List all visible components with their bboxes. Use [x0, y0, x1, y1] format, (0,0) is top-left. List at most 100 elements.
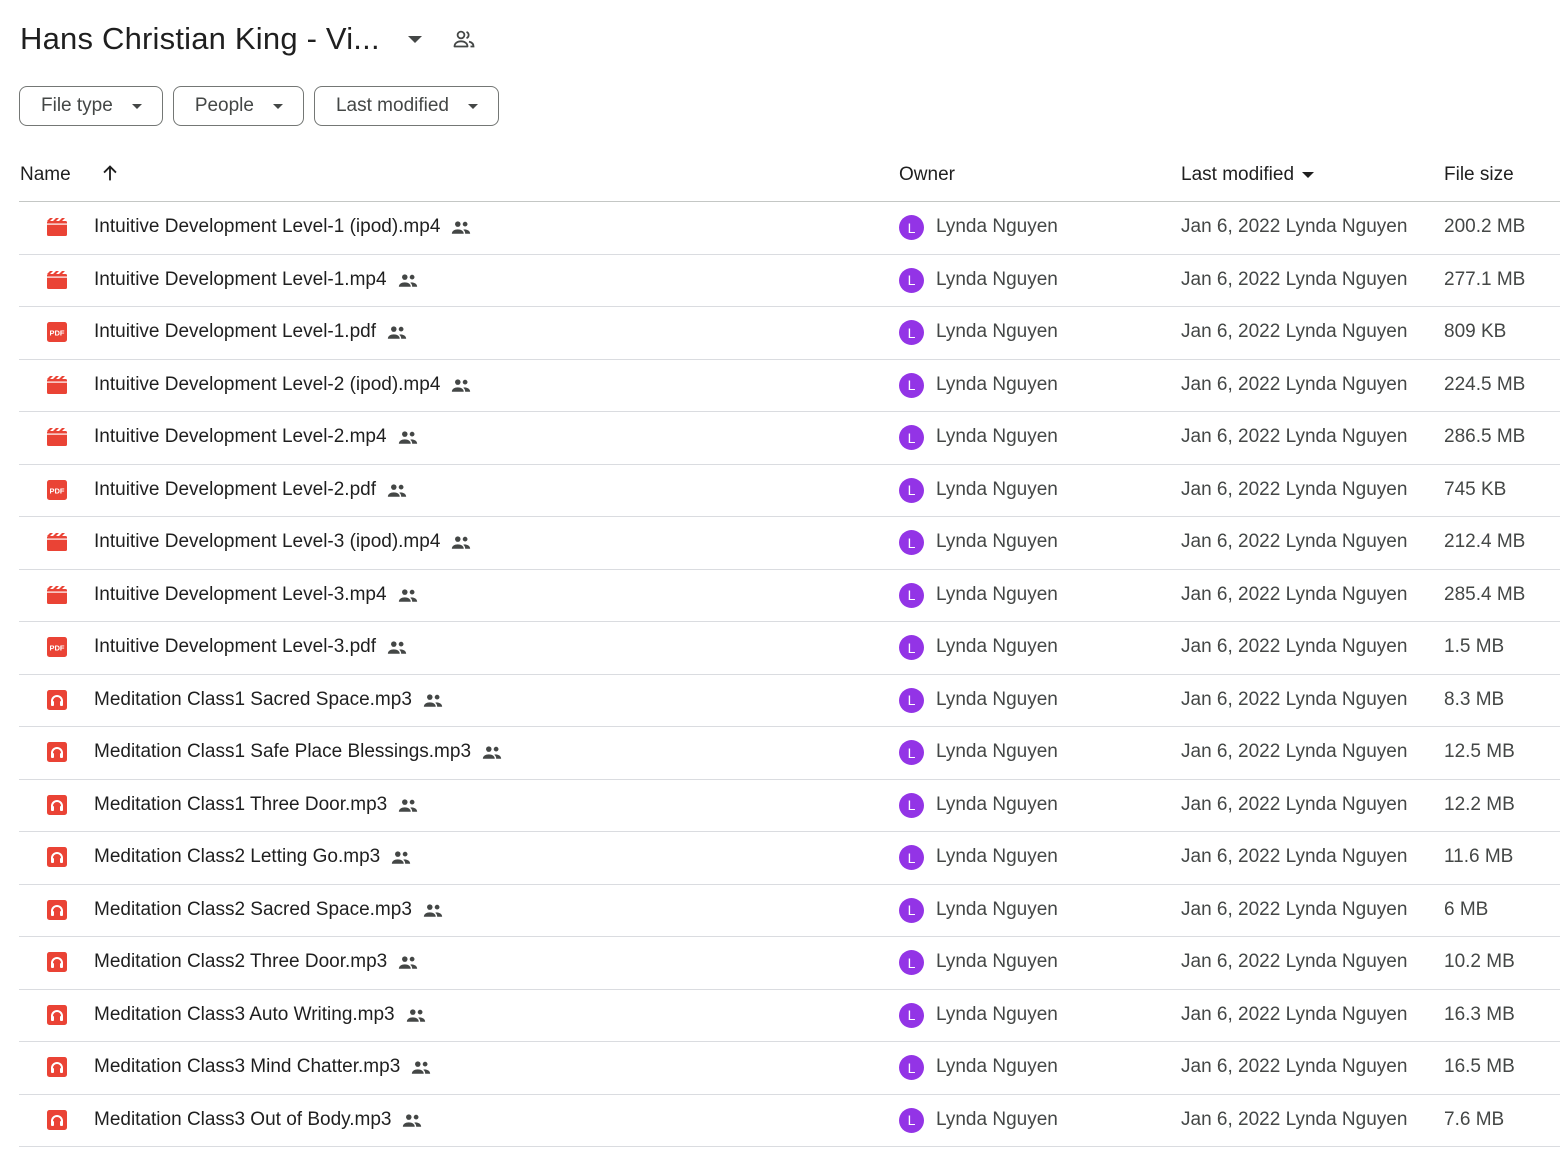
file-name-cell[interactable]: Intuitive Development Level-1.pdf — [94, 321, 408, 343]
shared-people-icon — [397, 272, 419, 288]
file-size-value: 7.6 MB — [1444, 1108, 1505, 1130]
avatar: L — [899, 477, 924, 503]
last-modified-filter[interactable]: Last modified — [313, 86, 499, 126]
pdf-file-icon: PDF — [46, 479, 68, 500]
file-name: Intuitive Development Level-1 (ipod).mp4 — [94, 216, 441, 237]
last-modified-value: Jan 6, 2022 Lynda Nguyen — [1181, 898, 1408, 920]
pdf-file-icon: PDF — [46, 322, 68, 342]
file-name: Meditation Class2 Three Door.mp3 — [94, 951, 388, 972]
table-row[interactable]: Intuitive Development Level-3.mp4 L Lynda … — [19, 570, 1560, 622]
shared-people-icon — [386, 324, 408, 340]
last-modified-value: Jan 6, 2022 Lynda Nguyen — [1181, 1003, 1408, 1025]
file-size-value: 16.5 MB — [1444, 1056, 1515, 1077]
table-row[interactable]: Intuitive Development Level-3 (ipod).mp4… — [19, 517, 1560, 570]
table-row[interactable]: PDF Intuitive Development Level-2.pdf L Lyn… — [19, 465, 1560, 517]
avatar: L — [899, 215, 924, 240]
file-size-column-header[interactable]: File size — [1444, 164, 1514, 186]
file-name-cell[interactable]: Intuitive Development Level-3 (ipod).mp4 — [94, 531, 472, 553]
file-name: Intuitive Development Level-2 (ipod).mp4 — [94, 373, 441, 395]
file-size-value: 12.5 MB — [1444, 741, 1515, 762]
last-modified-filter-label: Last modified — [335, 95, 449, 116]
file-name: Intuitive Development Level-2.mp4 — [94, 426, 387, 447]
caret-down-icon[interactable] — [407, 35, 422, 43]
table-row[interactable]: Meditation Class2 Three Door.mp3 L Lynda N… — [19, 937, 1560, 990]
owner-name: Lynda Nguyen — [936, 321, 1058, 342]
file-name-cell[interactable]: Meditation Class1 Safe Place Blessings.m… — [94, 741, 503, 763]
avatar: L — [899, 635, 924, 660]
file-name-cell[interactable]: Meditation Class1 Sacred Space.mp3 — [94, 689, 444, 711]
file-name: Meditation Class1 Three Door.mp3 — [94, 793, 388, 815]
last-modified-value: Jan 6, 2022 Lynda Nguyen — [1181, 531, 1408, 552]
table-row[interactable]: PDF Intuitive Development Level-1.pdf L Lyn… — [19, 307, 1560, 360]
table-row[interactable]: Intuitive Development Level-1 (ipod).mp4… — [19, 202, 1560, 255]
video-file-icon — [46, 427, 68, 447]
last-modified-value: Jan 6, 2022 Lynda Nguyen — [1181, 951, 1408, 972]
file-size-value: 212.4 MB — [1444, 531, 1526, 552]
table-row[interactable]: Meditation Class1 Safe Place Blessings.m… — [19, 727, 1560, 780]
last-modified-column-header[interactable]: Last modified — [1181, 164, 1315, 186]
avatar: L — [899, 1107, 924, 1133]
file-size-value: 6 MB — [1444, 898, 1489, 920]
table-row[interactable]: PDF Intuitive Development Level-3.pdf L Lyn… — [19, 622, 1560, 675]
file-name-cell[interactable]: Meditation Class3 Auto Writing.mp3 — [94, 1004, 427, 1026]
owner-name: Lynda Nguyen — [936, 636, 1058, 657]
people-filter[interactable]: People — [172, 86, 304, 126]
folder-title[interactable]: Hans Christian King - Vi... — [20, 21, 380, 57]
file-name-cell[interactable]: Intuitive Development Level-2 (ipod).mp4 — [94, 374, 472, 396]
shared-folder-icon[interactable] — [452, 27, 476, 51]
arrow-up-icon[interactable] — [99, 162, 121, 184]
file-name-cell[interactable]: Intuitive Development Level-2.pdf — [94, 479, 408, 501]
table-row[interactable]: Intuitive Development Level-2.mp4 L Lynda … — [19, 412, 1560, 465]
owner-name: Lynda Nguyen — [936, 688, 1058, 710]
file-name-cell[interactable]: Meditation Class2 Three Door.mp3 — [94, 951, 419, 973]
avatar: L — [899, 950, 924, 975]
file-name-cell[interactable]: Intuitive Development Level-2.mp4 — [94, 426, 419, 448]
file-name: Intuitive Development Level-3.mp4 — [94, 583, 387, 605]
file-name-cell[interactable]: Meditation Class3 Mind Chatter.mp3 — [94, 1056, 432, 1078]
owner-name: Lynda Nguyen — [936, 898, 1058, 920]
file-name-cell[interactable]: Meditation Class1 Three Door.mp3 — [94, 794, 419, 816]
avatar: L — [899, 792, 924, 818]
avatar: L — [899, 740, 924, 765]
shared-people-icon — [410, 1059, 432, 1075]
file-name-cell[interactable]: Intuitive Development Level-1 (ipod).mp4 — [94, 216, 472, 238]
file-name: Meditation Class2 Sacred Space.mp3 — [94, 898, 412, 920]
file-name-cell[interactable]: Intuitive Development Level-1.mp4 — [94, 269, 419, 291]
table-row[interactable]: Meditation Class2 Letting Go.mp3 L Lynda N… — [19, 832, 1560, 885]
audio-file-icon — [46, 1057, 68, 1077]
owner-column-header[interactable]: Owner — [899, 164, 955, 186]
shared-people-icon — [386, 482, 408, 498]
table-row[interactable]: Meditation Class1 Sacred Space.mp3 L Lynda… — [19, 675, 1560, 727]
file-name-cell[interactable]: Intuitive Development Level-3.mp4 — [94, 584, 419, 606]
file-name: Intuitive Development Level-3.pdf — [94, 636, 376, 657]
last-modified-value: Jan 6, 2022 Lynda Nguyen — [1181, 846, 1408, 867]
table-row[interactable]: Meditation Class3 Auto Writing.mp3 L Lynda… — [19, 990, 1560, 1042]
last-modified-value: Jan 6, 2022 Lynda Nguyen — [1181, 478, 1408, 500]
owner-name: Lynda Nguyen — [936, 846, 1058, 867]
table-row[interactable]: Meditation Class3 Mind Chatter.mp3 L Lynda… — [19, 1042, 1560, 1095]
shared-people-icon — [450, 534, 472, 550]
name-column-header[interactable]: Name — [20, 164, 71, 186]
table-row[interactable]: Meditation Class3 Out of Body.mp3 L Lynda … — [19, 1095, 1560, 1147]
table-row[interactable]: Intuitive Development Level-2 (ipod).mp4… — [19, 360, 1560, 412]
file-name-cell[interactable]: Meditation Class2 Sacred Space.mp3 — [94, 899, 444, 921]
file-type-filter-label: File type — [41, 95, 113, 116]
avatar: L — [899, 582, 924, 608]
table-row[interactable]: Meditation Class2 Sacred Space.mp3 L Lynda… — [19, 885, 1560, 937]
table-row[interactable]: Meditation Class1 Three Door.mp3 L Lynda N… — [19, 780, 1560, 832]
file-name-cell[interactable]: Meditation Class2 Letting Go.mp3 — [94, 846, 412, 868]
last-modified-column-label: Last modified — [1181, 164, 1295, 185]
table-row[interactable]: Intuitive Development Level-1.mp4 L Lynda … — [19, 255, 1560, 307]
file-type-filter[interactable]: File type — [19, 86, 163, 126]
file-name: Intuitive Development Level-3 (ipod).mp4 — [94, 531, 441, 552]
avatar: L — [899, 267, 924, 293]
file-size-value: 277.1 MB — [1444, 268, 1526, 290]
folder-header: Hans Christian King - Vi... — [20, 16, 476, 62]
last-modified-value: Jan 6, 2022 Lynda Nguyen — [1181, 688, 1408, 710]
audio-file-icon — [46, 742, 68, 762]
file-name: Meditation Class1 Safe Place Blessings.m… — [94, 741, 472, 762]
file-name-cell[interactable]: Intuitive Development Level-3.pdf — [94, 636, 408, 658]
file-name-cell[interactable]: Meditation Class3 Out of Body.mp3 — [94, 1109, 423, 1131]
shared-people-icon — [397, 429, 419, 445]
avatar: L — [899, 687, 924, 713]
